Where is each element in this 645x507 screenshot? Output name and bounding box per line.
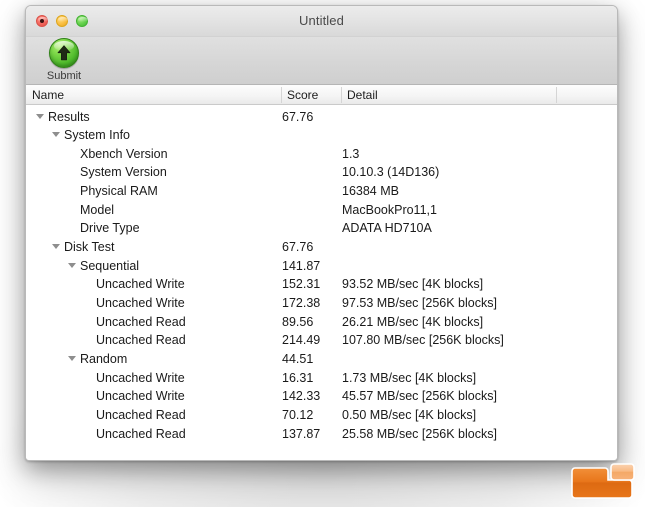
- cell-name: Physical RAM: [80, 184, 158, 199]
- table-row[interactable]: Uncached Read 89.56 26.21 MB/sec [4K block…: [26, 314, 617, 333]
- cell-name: Model: [80, 202, 115, 217]
- green-up-arrow-icon: [49, 38, 79, 68]
- cell-detail: 107.80 MB/sec [256K blocks]: [342, 333, 504, 348]
- cell-detail: 16384 MB: [342, 184, 399, 199]
- cell-detail: 45.57 MB/sec [256K blocks]: [342, 389, 497, 404]
- cell-name: Uncached Write: [96, 370, 185, 385]
- cell-name: System Info: [64, 128, 130, 143]
- cell-detail: 25.58 MB/sec [256K blocks]: [342, 426, 497, 441]
- cell-detail: 1.3: [342, 146, 360, 161]
- xbench-window: Untitled Submit Name Score Detail Result…: [25, 5, 618, 461]
- cell-name: Uncached Read: [96, 407, 186, 422]
- submit-button-label: Submit: [46, 70, 82, 82]
- disclosure-triangle-icon[interactable]: [52, 244, 60, 250]
- cell-score: 67.76: [282, 240, 314, 255]
- table-row[interactable]: Uncached Write 152.31 93.52 MB/sec [4K blo…: [26, 276, 617, 295]
- cell-detail: 26.21 MB/sec [4K blocks]: [342, 314, 484, 329]
- cell-detail: 97.53 MB/sec [256K blocks]: [342, 296, 497, 310]
- table-column-header: Name Score Detail: [26, 85, 617, 105]
- column-divider-trailing[interactable]: [556, 87, 557, 103]
- cell-score: 16.31: [282, 370, 314, 385]
- cell-score: 67.76: [282, 109, 314, 124]
- cell-name: Uncached Read: [96, 426, 186, 441]
- cell-name: Uncached Read: [96, 333, 186, 348]
- disclosure-triangle-icon[interactable]: [36, 113, 44, 119]
- results-table[interactable]: Results 67.76 System Info Xbench Version 1.3…: [26, 105, 617, 460]
- table-row[interactable]: Xbench Version 1.3: [26, 146, 617, 165]
- disclosure-triangle-icon[interactable]: [68, 262, 76, 268]
- table-row[interactable]: Uncached Write 142.33 45.57 MB/sec [256K b…: [26, 388, 617, 407]
- toolbar: Submit: [26, 37, 617, 85]
- cell-detail: MacBookPro11,1: [342, 202, 437, 217]
- cell-name: Uncached Read: [96, 314, 186, 329]
- cell-name: Results: [48, 109, 90, 124]
- cell-detail: ADATA HD710A: [342, 221, 432, 236]
- cell-score: 141.87: [282, 258, 321, 273]
- cell-detail: 10.10.3 (14D136): [342, 165, 440, 180]
- cell-name: Xbench Version: [80, 146, 168, 161]
- orange-logo: [568, 462, 636, 502]
- table-row[interactable]: Uncached Read 137.87 25.58 MB/sec [256K bl…: [26, 426, 617, 445]
- table-row[interactable]: System Info: [26, 127, 617, 146]
- table-row[interactable]: Model MacBookPro11,1: [26, 202, 617, 221]
- table-row[interactable]: Uncached Write 16.31 1.73 MB/sec [4K block…: [26, 370, 617, 389]
- column-divider-score[interactable]: [281, 87, 282, 103]
- cell-score: 44.51: [282, 351, 314, 366]
- cell-name: Drive Type: [80, 221, 140, 236]
- column-divider-detail[interactable]: [341, 87, 342, 103]
- cell-score: 142.33: [282, 389, 321, 404]
- window-titlebar[interactable]: Untitled: [26, 6, 617, 37]
- table-row[interactable]: Uncached Read 70.12 0.50 MB/sec [4K blocks…: [26, 407, 617, 426]
- cell-score: 70.12: [282, 407, 314, 422]
- table-row[interactable]: Uncached Write 172.38 97.53 MB/sec [256K b…: [26, 295, 617, 314]
- cell-name: Uncached Write: [96, 296, 185, 310]
- window-title: Untitled: [299, 13, 344, 28]
- column-header-name[interactable]: Name: [32, 88, 64, 102]
- close-icon: [40, 19, 44, 23]
- column-header-score[interactable]: Score: [287, 88, 318, 102]
- cell-score: 137.87: [282, 426, 321, 441]
- cell-detail: 0.50 MB/sec [4K blocks]: [342, 407, 477, 422]
- cell-name: Random: [80, 351, 128, 366]
- column-header-detail[interactable]: Detail: [347, 88, 378, 102]
- cell-name: Sequential: [80, 258, 140, 273]
- table-row[interactable]: System Version 10.10.3 (14D136): [26, 164, 617, 183]
- table-row[interactable]: Drive Type ADATA HD710A: [26, 220, 617, 239]
- cell-name: Uncached Write: [96, 389, 185, 404]
- table-row[interactable]: Disk Test 67.76: [26, 239, 617, 258]
- cell-detail: 93.52 MB/sec [4K blocks]: [342, 277, 484, 292]
- table-row[interactable]: Uncached Read 214.49 107.80 MB/sec [256K b…: [26, 332, 617, 351]
- cell-detail: 1.73 MB/sec [4K blocks]: [342, 370, 477, 385]
- cell-name: Uncached Write: [96, 277, 185, 292]
- submit-button[interactable]: Submit: [35, 38, 93, 82]
- cell-score: 89.56: [282, 314, 314, 329]
- table-row[interactable]: Random 44.51: [26, 351, 617, 370]
- table-row[interactable]: Sequential 141.87: [26, 258, 617, 277]
- cell-score: 152.31: [282, 277, 321, 292]
- table-row[interactable]: Physical RAM 16384 MB: [26, 183, 617, 202]
- disclosure-triangle-icon[interactable]: [52, 132, 60, 138]
- cell-name: Disk Test: [64, 240, 115, 255]
- cell-score: 172.38: [282, 296, 321, 310]
- table-row[interactable]: Results 67.76: [26, 109, 617, 128]
- cell-score: 214.49: [282, 333, 321, 348]
- cell-name: System Version: [80, 165, 167, 180]
- disclosure-triangle-icon[interactable]: [68, 355, 76, 361]
